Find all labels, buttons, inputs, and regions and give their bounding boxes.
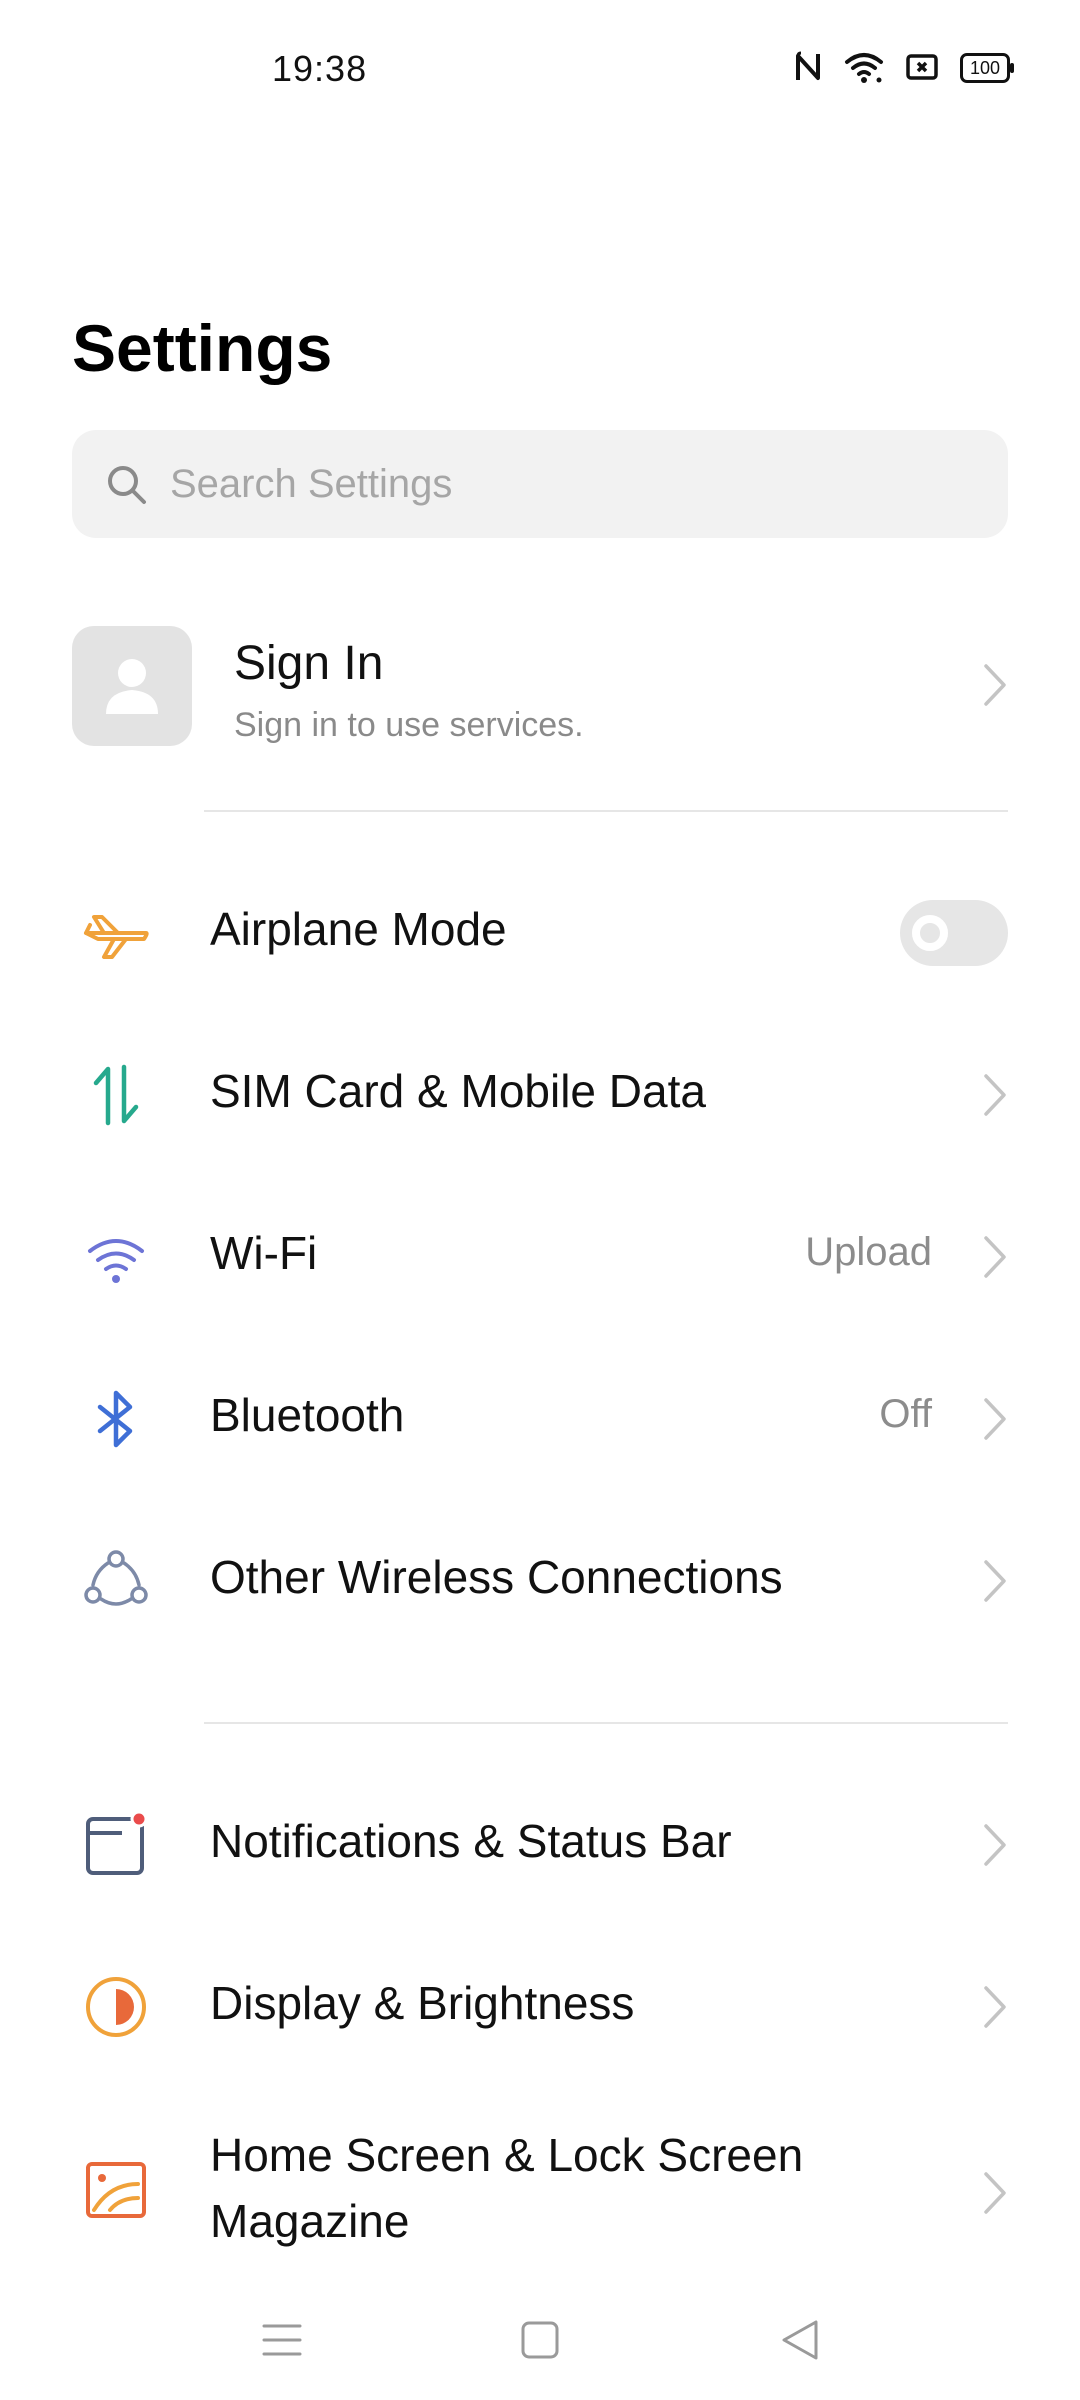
mobile-data-icon [93, 1064, 139, 1126]
status-icons: 100 [794, 50, 1014, 84]
battery-icon: 100 [960, 53, 1014, 83]
bluetooth-row[interactable]: Bluetooth Off [0, 1338, 1080, 1500]
bluetooth-icon [97, 1390, 133, 1448]
sign-in-title: Sign In [234, 637, 384, 690]
sign-in-subtitle: Sign in to use services. [234, 706, 584, 744]
toggle-knob [912, 915, 948, 951]
home-button[interactable] [510, 2310, 570, 2370]
notifications-label: Notifications & Status Bar [210, 1815, 732, 1867]
other-wireless-row[interactable]: Other Wireless Connections [0, 1500, 1080, 1662]
wifi-status: Upload [805, 1230, 932, 1274]
airplane-mode-toggle[interactable] [900, 900, 1008, 966]
airplane-icon [84, 915, 149, 959]
sign-in-row[interactable]: Sign In Sign in to use services. [0, 600, 1080, 770]
wireless-connections-icon [84, 1550, 148, 1606]
wifi-row[interactable]: Wi-Fi Upload [0, 1176, 1080, 1338]
home-screen-icon [86, 2162, 146, 2218]
nfc-icon [796, 51, 820, 80]
airplane-mode-label: Airplane Mode [210, 903, 507, 955]
avatar [72, 626, 192, 746]
sim-mobile-data-label: SIM Card & Mobile Data [210, 1065, 706, 1117]
notifications-icon [86, 1810, 148, 1875]
divider [204, 810, 1008, 812]
chevron-right-icon [984, 2172, 1006, 2214]
search-icon [108, 466, 146, 504]
display-brightness-row[interactable]: Display & Brightness [0, 1926, 1080, 2088]
other-wireless-label: Other Wireless Connections [210, 1551, 783, 1603]
search-placeholder: Search Settings [170, 461, 453, 506]
bluetooth-label: Bluetooth [210, 1389, 405, 1441]
wifi-label: Wi-Fi [210, 1227, 318, 1279]
menu-button[interactable] [252, 2310, 312, 2370]
chevron-right-icon [984, 1986, 1006, 2028]
display-brightness-label: Display & Brightness [210, 1977, 635, 2029]
home-lock-screen-row[interactable]: Home Screen & Lock Screen Magazine [0, 2088, 1080, 2298]
back-icon [782, 2320, 818, 2360]
chevron-right-icon [984, 664, 1006, 706]
navigation-bar [0, 2280, 1080, 2400]
notifications-row[interactable]: Notifications & Status Bar [0, 1764, 1080, 1926]
home-lock-screen-label: Home Screen & Lock Screen Magazine [210, 2129, 804, 2247]
airplane-mode-row[interactable]: Airplane Mode [0, 852, 1080, 1014]
back-button[interactable] [770, 2310, 830, 2370]
page-title: Settings [72, 311, 333, 385]
bluetooth-status: Off [879, 1392, 932, 1436]
menu-icon [262, 2324, 302, 2356]
wifi-icon [88, 1239, 144, 1283]
wifi-icon [845, 53, 883, 83]
home-icon [521, 2321, 559, 2359]
user-icon [106, 659, 158, 714]
divider [204, 1722, 1008, 1724]
display-brightness-icon [86, 1977, 146, 2037]
chevron-right-icon [984, 1236, 1006, 1278]
chevron-right-icon [984, 1560, 1006, 1602]
chevron-right-icon [984, 1074, 1006, 1116]
chevron-right-icon [984, 1398, 1006, 1440]
status-time: 19:38 [272, 48, 368, 89]
battery-level: 100 [969, 58, 1001, 78]
search-input[interactable]: Search Settings [72, 430, 1008, 538]
sim-mobile-data-row[interactable]: SIM Card & Mobile Data [0, 1014, 1080, 1176]
no-sim-icon [906, 54, 938, 80]
chevron-right-icon [984, 1824, 1006, 1866]
